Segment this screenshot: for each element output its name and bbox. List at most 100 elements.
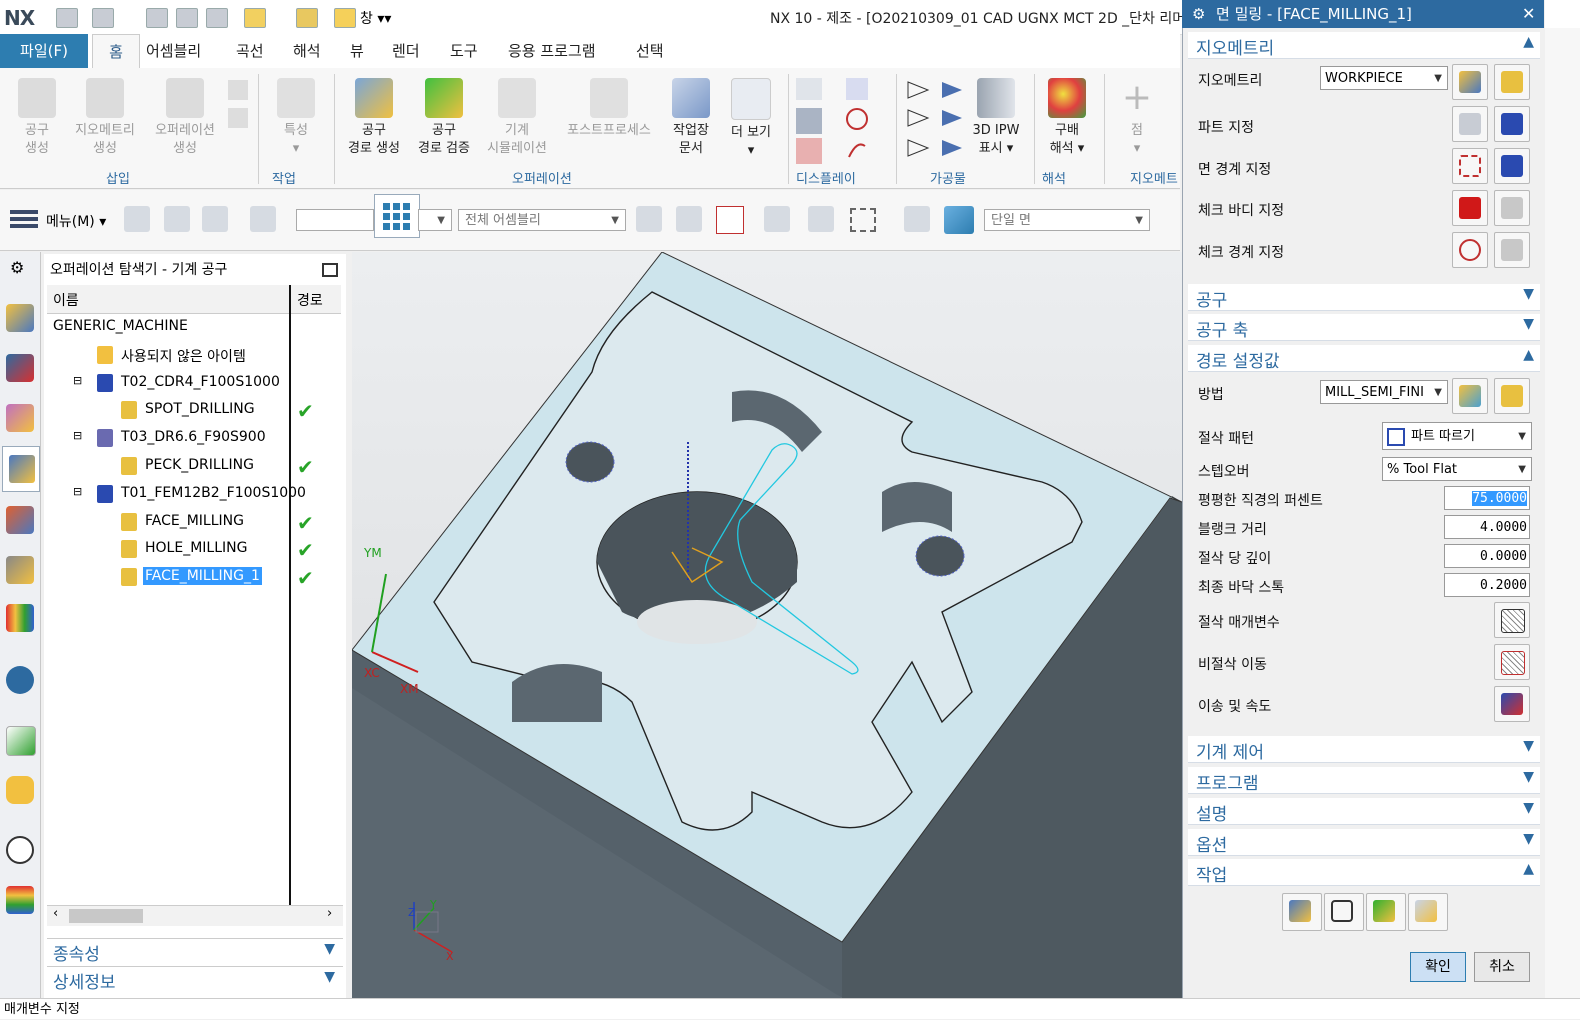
window-icon[interactable]: [334, 8, 356, 28]
insert-small-icon-2[interactable]: [228, 108, 248, 128]
non-cutting-moves-button[interactable]: [1494, 644, 1530, 680]
tab-analysis[interactable]: 해석: [289, 34, 325, 68]
tab-view[interactable]: 뷰: [346, 34, 368, 68]
toolbar-icon-9[interactable]: [904, 206, 930, 232]
navigator-row[interactable]: PECK_DRILLING ✔: [47, 452, 341, 480]
machine-tool-navigator-icon[interactable]: [6, 506, 34, 534]
method-select[interactable]: MILL_SEMI_FINI ▼: [1320, 380, 1448, 404]
display-icon-3[interactable]: [796, 138, 822, 164]
postprocess-button[interactable]: 포스트프로세스: [558, 78, 660, 140]
rectangle-select-icon[interactable]: [850, 208, 876, 232]
part-navigator-icon[interactable]: [6, 404, 34, 432]
horizontal-scrollbar[interactable]: ‹ ›: [47, 905, 343, 926]
snap-point-icon[interactable]: [716, 206, 744, 234]
path-settings-section-header[interactable]: 경로 설정값 ▲: [1188, 345, 1540, 372]
filter-dropdown[interactable]: ▼: [418, 209, 452, 231]
cutting-parameters-button[interactable]: [1494, 602, 1530, 638]
edit-method-button[interactable]: [1494, 378, 1530, 414]
tab-select[interactable]: 선택: [632, 34, 668, 68]
toolbar-icon-5[interactable]: [636, 206, 662, 232]
actions-section-header[interactable]: 작업 ▲: [1188, 859, 1540, 886]
navigator-row[interactable]: ⊟ T03_DR6.6_F90S900: [47, 424, 341, 452]
toolbar-icon-1[interactable]: [124, 206, 150, 232]
tab-curve[interactable]: 곡선: [232, 34, 268, 68]
tool-axis-section-header[interactable]: 공구 축 ▼: [1188, 314, 1540, 341]
toolbar-icon-7[interactable]: [764, 206, 790, 232]
specify-face-boundary-button[interactable]: [1452, 148, 1488, 184]
cut-icon[interactable]: [146, 8, 168, 28]
edit-geometry-button[interactable]: [1494, 64, 1530, 100]
tab-tools[interactable]: 도구: [446, 34, 482, 68]
program-section-header[interactable]: 프로그램 ▼: [1188, 767, 1540, 794]
geometry-section-header[interactable]: 지오메트리 ▲: [1188, 32, 1540, 59]
navigator-row[interactable]: HOLE_MILLING ✔: [47, 535, 341, 563]
machine-simulation-button[interactable]: 기계 시뮬레이션: [480, 78, 554, 158]
display-check-boundary-button[interactable]: [1494, 232, 1530, 268]
web-browser-icon[interactable]: [6, 726, 36, 756]
save-icon[interactable]: [56, 8, 78, 28]
create-operation-button[interactable]: 오퍼레이션 생성: [146, 78, 224, 158]
create-tool-button[interactable]: 공구 생성: [10, 78, 64, 158]
verify-toolpath-button[interactable]: 공구 경로 검증: [410, 78, 478, 158]
depth-per-cut-input[interactable]: 0.0000: [1444, 544, 1530, 568]
info-icon[interactable]: [6, 666, 34, 694]
point-button[interactable]: + 점 ▾: [1114, 78, 1160, 158]
verify-button[interactable]: [1366, 893, 1406, 931]
generate-toolpath-button[interactable]: 공구 경로 생성: [340, 78, 408, 158]
show-3d-ipw-button[interactable]: 3D IPW 표시 ▾: [966, 78, 1026, 158]
navigator-row[interactable]: FACE_MILLING ✔: [47, 508, 341, 536]
arc-icon[interactable]: [846, 138, 868, 160]
stepover-select[interactable]: % Tool Flat ▼: [1382, 457, 1532, 481]
workpiece-icon-2[interactable]: [940, 80, 964, 100]
details-section[interactable]: 상세정보 ▼: [47, 966, 343, 993]
navigator-row[interactable]: SPOT_DRILLING ✔: [47, 396, 341, 424]
navigator-row[interactable]: 사용되지 않은 아이템: [47, 341, 341, 369]
toolbar-icon-3[interactable]: [202, 206, 228, 232]
workpiece-icon-1[interactable]: [906, 80, 930, 100]
graphics-window[interactable]: XC XM YM X Y Z: [352, 252, 1182, 998]
maximize-icon[interactable]: [322, 263, 338, 277]
reuse-library-icon[interactable]: [6, 556, 34, 584]
new-method-button[interactable]: [1452, 378, 1488, 414]
new-geometry-button[interactable]: [1452, 64, 1488, 100]
close-icon[interactable]: ✕: [1522, 0, 1535, 28]
toolbar-icon-4[interactable]: [250, 206, 276, 232]
blank-distance-input[interactable]: 4.0000: [1444, 515, 1530, 539]
description-section-header[interactable]: 설명 ▼: [1188, 798, 1540, 825]
feeds-speeds-button[interactable]: [1494, 686, 1530, 722]
cut-pattern-select[interactable]: 파트 따르기 ▼: [1382, 422, 1532, 450]
flat-diameter-percent-input[interactable]: 75.0000: [1444, 486, 1530, 510]
specify-part-button[interactable]: [1452, 106, 1488, 142]
operation-navigator-tab[interactable]: [2, 446, 40, 492]
create-geometry-button[interactable]: 지오메트리 생성: [66, 78, 144, 158]
list-button[interactable]: [1408, 893, 1448, 931]
assembly-scope-combo[interactable]: 전체 어셈블리 ▼: [458, 209, 626, 231]
palette-icon[interactable]: [6, 604, 34, 632]
shop-documentation-button[interactable]: 작업장 문서: [664, 78, 718, 158]
roles-icon[interactable]: [6, 886, 34, 914]
menu-button[interactable]: 메뉴(M) ▾: [46, 211, 106, 231]
machine-control-section-header[interactable]: 기계 제어 ▼: [1188, 736, 1540, 763]
assembly-navigator-icon[interactable]: [6, 304, 34, 332]
filter-grid-button[interactable]: [374, 194, 420, 238]
paste-icon[interactable]: [206, 8, 228, 28]
generate-button[interactable]: [1282, 893, 1322, 931]
tab-home[interactable]: 홈: [92, 34, 140, 69]
window-menu[interactable]: 창 ▾▾: [360, 8, 391, 28]
type-filter-combo[interactable]: [296, 209, 374, 231]
ok-button[interactable]: 확인: [1410, 952, 1466, 982]
navigator-row[interactable]: FACE_MILLING_1 ✔: [47, 563, 341, 591]
column-path-header[interactable]: 경로: [297, 290, 323, 310]
geometry-select[interactable]: WORKPIECE ▼: [1320, 66, 1448, 90]
specify-check-body-button[interactable]: [1452, 190, 1488, 226]
view-cube-icon[interactable]: [944, 206, 974, 234]
dependencies-section[interactable]: 종속성 ▼: [47, 938, 343, 965]
collapse-icon[interactable]: ⊟: [73, 429, 82, 442]
draft-analysis-button[interactable]: 구배 해석 ▾: [1040, 78, 1094, 158]
circle-icon[interactable]: [846, 108, 868, 130]
more-button[interactable]: 더 보기 ▾: [724, 78, 778, 160]
workpiece-icon-6[interactable]: [940, 138, 964, 158]
menu-icon[interactable]: [8, 206, 42, 232]
face-rule-combo[interactable]: 단일 면 ▼: [984, 209, 1150, 231]
workpiece-icon-4[interactable]: [940, 108, 964, 128]
